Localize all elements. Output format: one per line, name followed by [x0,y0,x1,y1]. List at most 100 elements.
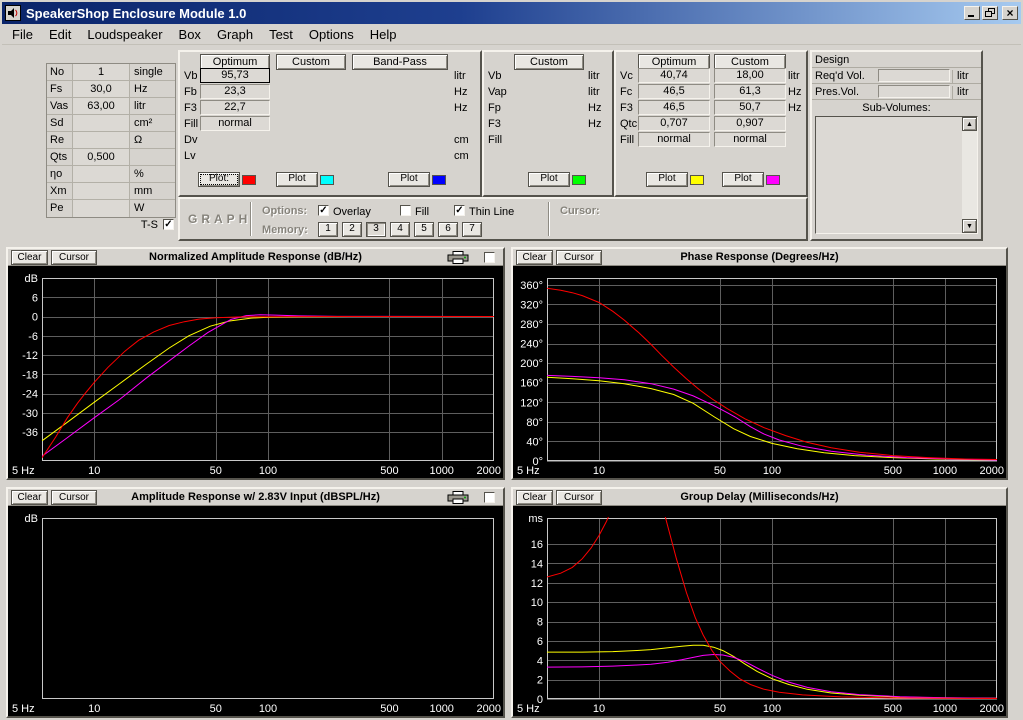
print-checkbox[interactable] [484,252,495,263]
closed-optimum-value[interactable]: 46,5 [638,84,710,99]
tick-label: -18 [22,369,38,381]
vented-plot-button[interactable]: Plot [276,172,318,187]
sub-volumes-scrollbar[interactable]: ▲ ▼ [962,117,977,233]
clear-button[interactable]: Clear [11,490,48,505]
cursor-button[interactable]: Cursor [556,250,602,265]
tick-label: 12 [531,578,543,590]
driver-param-value[interactable]: 63,00 [73,98,130,114]
menu-item-file[interactable]: File [4,24,41,45]
closed-optimum-value[interactable]: 40,74 [638,68,710,83]
closed-plot-button[interactable]: Plot [646,172,688,187]
sub-volumes-list[interactable]: ▲ ▼ [815,116,978,234]
tick-label: 100 [763,703,781,715]
cursor-button[interactable]: Cursor [556,490,602,505]
ts-checkbox[interactable]: ✓ [163,219,174,230]
tick-label: 10 [88,465,100,477]
closed-optimum-value[interactable]: normal [638,132,710,147]
spl-response-plotarea[interactable]: dB 5 Hz 10 50 100 500 1000 2000 [8,506,503,716]
vented-plot-button[interactable]: Plot [388,172,430,187]
vented-optimum-value[interactable]: normal [200,116,270,131]
close-button[interactable]: × [1002,6,1018,20]
phase-response-panel: Clear Cursor Phase Response (Degrees/Hz)… [511,247,1008,480]
memory-button-3[interactable]: 3 [366,222,386,237]
menu-item-help[interactable]: Help [362,24,405,45]
tick-label: 10 [593,703,605,715]
printer-icon[interactable] [447,491,469,504]
scroll-up-button[interactable]: ▲ [962,117,977,131]
normalized-amplitude-plotarea[interactable]: 6 0 -6 -12 -18 -24 -30 -36 dB 5 Hz 10 50 100 500 1000 2… [8,266,503,478]
driver-param-value[interactable] [73,200,130,217]
vented-plot-color-swatch [432,175,446,185]
closed-custom-value[interactable]: 50,7 [714,100,786,115]
menu-item-loudspeaker[interactable]: Loudspeaker [79,24,170,45]
driver-param-value[interactable] [73,132,130,148]
closed-custom-value[interactable]: normal [714,132,786,147]
tick-label: 50 [714,465,726,477]
chart-title: Group Delay (Milliseconds/Hz) [680,491,839,503]
vented-optimum-value[interactable]: 23,3 [200,84,270,99]
memory-button-7[interactable]: 7 [462,222,482,237]
vented-plot-button[interactable]: Plot: [198,172,240,187]
tick-label: 500 [884,465,902,477]
tick-label: -24 [22,389,38,401]
printer-icon[interactable] [447,251,469,264]
fill-checkbox[interactable] [400,205,411,216]
driver-param-value[interactable] [73,115,130,131]
bandpass-plot-button[interactable]: Plot [528,172,570,187]
cursor-button[interactable]: Cursor [51,250,97,265]
driver-param-value[interactable] [73,166,130,182]
minimize-button[interactable] [964,6,980,20]
memory-button-1[interactable]: 1 [318,222,338,237]
menu-item-test[interactable]: Test [261,24,301,45]
cursor-label: Cursor: [560,205,600,217]
thin-line-checkbox-label: Thin Line [469,206,515,218]
closed-custom-value[interactable]: 18,00 [714,68,786,83]
bandpass-button[interactable]: Band-Pass [352,54,448,70]
group-delay-plotarea[interactable]: 16 14 12 10 8 6 4 2 0 ms 5 Hz 10 50 100 500 1000 2000 [513,506,1006,716]
menu-item-graph[interactable]: Graph [209,24,261,45]
bandpass-custom-button[interactable]: Custom [514,54,584,70]
group-delay-panel: Clear Cursor Group Delay (Milliseconds/H… [511,487,1008,718]
restore-button[interactable] [982,6,998,20]
reqd-vol-value[interactable] [878,69,950,82]
menu-item-options[interactable]: Options [301,24,362,45]
scroll-down-button[interactable]: ▼ [962,219,977,233]
phase-response-plotarea[interactable]: 360° 320° 280° 240° 200° 160° 120° 80° 40° 0° 5 Hz… [513,266,1006,478]
tick-label: 100 [763,465,781,477]
closed-custom-value[interactable]: 0,907 [714,116,786,131]
closed-plot-button[interactable]: Plot [722,172,764,187]
memory-button-5[interactable]: 5 [414,222,434,237]
closed-optimum-value[interactable]: 46,5 [638,100,710,115]
clear-button[interactable]: Clear [516,490,553,505]
memory-button-4[interactable]: 4 [390,222,410,237]
chart-header: Clear Cursor Amplitude Response w/ 2.83V… [8,489,503,506]
memory-button-2[interactable]: 2 [342,222,362,237]
closed-optimum-value[interactable]: 0,707 [638,116,710,131]
vented-custom-button[interactable]: Custom [276,54,346,70]
memory-button-6[interactable]: 6 [438,222,458,237]
vented-optimum-value[interactable]: 95,73 [200,68,270,83]
vented-optimum-value[interactable]: 22,7 [200,100,270,115]
tick-label: 5 Hz [12,465,35,477]
menu-item-box[interactable]: Box [171,24,209,45]
closed-box-section: Optimum Custom Vc 40,74 18,00 litr Fc 46,5 61,… [614,50,808,197]
menu-item-edit[interactable]: Edit [41,24,79,45]
group-delay-chart: 1614121086420ms5 Hz 10 50 100 500 1000 2000 [517,513,1004,715]
title-bar[interactable]: SpeakerShop Enclosure Module 1.0 × [2,2,1021,24]
clear-button[interactable]: Clear [516,250,553,265]
pres-vol-value[interactable] [878,85,950,98]
chart-header: Clear Cursor Normalized Amplitude Respon… [8,249,503,266]
driver-param-value[interactable]: 0,500 [73,149,130,165]
tick-label: ms [528,513,543,525]
driver-param-value[interactable] [73,183,130,199]
vented-plot-color-swatch [320,175,334,185]
print-checkbox[interactable] [484,492,495,503]
cursor-button[interactable]: Cursor [51,490,97,505]
clear-button[interactable]: Clear [11,250,48,265]
closed-custom-value[interactable]: 61,3 [714,84,786,99]
driver-param-unit [130,149,175,165]
driver-param-value[interactable]: 1 [73,64,130,80]
overlay-checkbox[interactable]: ✓ [318,205,329,216]
driver-param-value[interactable]: 30,0 [73,81,130,97]
thin-line-checkbox[interactable]: ✓ [454,205,465,216]
